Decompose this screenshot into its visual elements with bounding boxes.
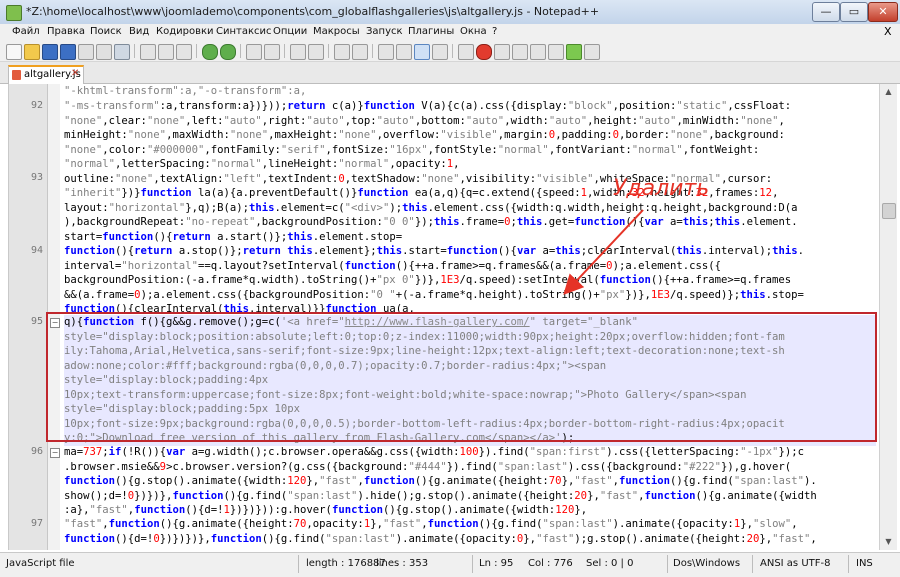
paste-icon[interactable] bbox=[176, 44, 192, 60]
menu-plugins[interactable]: Плагины bbox=[408, 26, 454, 37]
line-number: 92 bbox=[30, 100, 43, 111]
spell-check-icon[interactable] bbox=[566, 44, 582, 60]
status-eol: Dos\Windows bbox=[673, 558, 741, 569]
line-number: 95 bbox=[30, 316, 43, 327]
menu-file[interactable]: Файл bbox=[12, 26, 40, 37]
code-text: "-ms-transform":a,transform:a})}));retur… bbox=[64, 100, 792, 185]
menu-edit[interactable]: Правка bbox=[47, 26, 85, 37]
menu-syntax[interactable]: Синтаксис bbox=[216, 26, 272, 37]
status-insert-mode: INS bbox=[856, 558, 873, 569]
line-number: 97 bbox=[30, 518, 43, 529]
user-defined-lang-icon[interactable] bbox=[432, 44, 448, 60]
menu-bar: Файл Правка Поиск Вид Кодировки Синтакси… bbox=[0, 24, 900, 41]
close-file-icon[interactable] bbox=[78, 44, 94, 60]
status-bar: JavaScript file length : 176887 lines : … bbox=[0, 552, 900, 577]
print-icon[interactable] bbox=[114, 44, 130, 60]
zoom-in-icon[interactable] bbox=[290, 44, 306, 60]
tab-altgallery[interactable]: altgallery.js ✕ bbox=[8, 65, 84, 84]
save-macro-icon[interactable] bbox=[548, 44, 564, 60]
status-divider bbox=[472, 555, 473, 573]
stop-macro-icon[interactable] bbox=[494, 44, 510, 60]
menu-view[interactable]: Вид bbox=[129, 26, 149, 37]
modified-file-icon bbox=[12, 70, 21, 80]
code-text: ma=737;if(!R()){var a=g.width();c.browse… bbox=[64, 446, 817, 516]
play-macro-icon[interactable] bbox=[512, 44, 528, 60]
toolbar-separator bbox=[240, 44, 241, 58]
save-all-icon[interactable] bbox=[60, 44, 76, 60]
sync-vertical-icon[interactable] bbox=[334, 44, 350, 60]
toolbar-separator bbox=[372, 44, 373, 58]
code-text: function(){return a.stop()};return this.… bbox=[64, 245, 804, 315]
line-number: 94 bbox=[30, 245, 43, 256]
status-ln: Ln : 95 bbox=[479, 558, 514, 569]
fold-margin bbox=[48, 84, 60, 550]
new-file-icon[interactable] bbox=[6, 44, 22, 60]
status-divider bbox=[667, 555, 668, 573]
status-encoding: ANSI as UTF-8 bbox=[760, 558, 831, 569]
close-button[interactable]: ✕ bbox=[868, 2, 898, 22]
notepadpp-icon bbox=[6, 5, 22, 21]
toolbar-separator bbox=[328, 44, 329, 58]
toolbar bbox=[0, 41, 900, 62]
menu-search[interactable]: Поиск bbox=[90, 26, 122, 37]
record-macro-icon[interactable] bbox=[476, 44, 492, 60]
find-icon[interactable] bbox=[246, 44, 262, 60]
menu-run[interactable]: Запуск bbox=[366, 26, 403, 37]
close-document-icon[interactable]: X bbox=[884, 25, 892, 38]
replace-icon[interactable] bbox=[264, 44, 280, 60]
doc-map-icon[interactable] bbox=[458, 44, 474, 60]
tab-close-icon[interactable]: ✕ bbox=[71, 68, 79, 79]
title-bar: *Z:\home\localhost\www\joomlademo\compon… bbox=[0, 0, 900, 25]
cut-icon[interactable] bbox=[140, 44, 156, 60]
status-divider bbox=[752, 555, 753, 573]
menu-help[interactable]: ? bbox=[492, 26, 497, 37]
scroll-down-icon[interactable]: ▼ bbox=[880, 534, 897, 550]
fold-toggle-icon[interactable]: − bbox=[50, 448, 60, 458]
code-editor[interactable]: "-khtml-transform":a,"-o-transform":a, 9… bbox=[8, 84, 879, 550]
scroll-up-icon[interactable]: ▲ bbox=[880, 84, 897, 100]
toolbar-separator bbox=[284, 44, 285, 58]
status-sel: Sel : 0 | 0 bbox=[586, 558, 634, 569]
minimize-button[interactable]: — bbox=[812, 2, 840, 22]
code-text: "fast",function(){g.animate({height:70,o… bbox=[64, 518, 817, 545]
menu-windows[interactable]: Окна bbox=[460, 26, 487, 37]
code-text: "inherit"})}function la(a){a.preventDefa… bbox=[64, 187, 798, 243]
sync-horizontal-icon[interactable] bbox=[352, 44, 368, 60]
menu-encoding[interactable]: Кодировки bbox=[156, 26, 214, 37]
status-lines: lines : 353 bbox=[376, 558, 429, 569]
status-col: Col : 776 bbox=[528, 558, 573, 569]
indent-guide-icon[interactable] bbox=[414, 44, 430, 60]
fold-toggle-icon[interactable]: − bbox=[50, 318, 60, 328]
status-divider bbox=[298, 555, 299, 573]
redo-icon[interactable] bbox=[220, 44, 236, 60]
window-title: *Z:\home\localhost\www\joomlademo\compon… bbox=[26, 5, 600, 18]
vertical-scrollbar[interactable]: ▲ ▼ bbox=[879, 84, 897, 550]
zoom-out-icon[interactable] bbox=[308, 44, 324, 60]
open-file-icon[interactable] bbox=[24, 44, 40, 60]
maximize-button[interactable]: ▭ bbox=[840, 2, 868, 22]
close-all-icon[interactable] bbox=[96, 44, 112, 60]
scroll-thumb[interactable] bbox=[882, 203, 896, 219]
code-text: q){function f(){g&&g.remove();g=c('<a hr… bbox=[64, 315, 876, 446]
save-icon[interactable] bbox=[42, 44, 58, 60]
plugin-icon[interactable] bbox=[584, 44, 600, 60]
status-length: length : 176887 bbox=[306, 558, 386, 569]
toolbar-separator bbox=[452, 44, 453, 58]
menu-options[interactable]: Опции bbox=[273, 26, 307, 37]
menu-macros[interactable]: Макросы bbox=[313, 26, 360, 37]
tab-bar: altgallery.js ✕ bbox=[0, 62, 900, 84]
run-macro-multiple-icon[interactable] bbox=[530, 44, 546, 60]
undo-icon[interactable] bbox=[202, 44, 218, 60]
status-divider bbox=[848, 555, 849, 573]
code-text: "-khtml-transform":a,"-o-transform":a, bbox=[64, 85, 307, 97]
line-number: 93 bbox=[30, 172, 43, 183]
word-wrap-icon[interactable] bbox=[378, 44, 394, 60]
status-file-type: JavaScript file bbox=[6, 558, 75, 569]
copy-icon[interactable] bbox=[158, 44, 174, 60]
show-all-chars-icon[interactable] bbox=[396, 44, 412, 60]
delete-annotation-label: Удалить bbox=[613, 176, 710, 201]
line-number: 96 bbox=[30, 446, 43, 457]
toolbar-separator bbox=[196, 44, 197, 58]
toolbar-separator bbox=[134, 44, 135, 58]
